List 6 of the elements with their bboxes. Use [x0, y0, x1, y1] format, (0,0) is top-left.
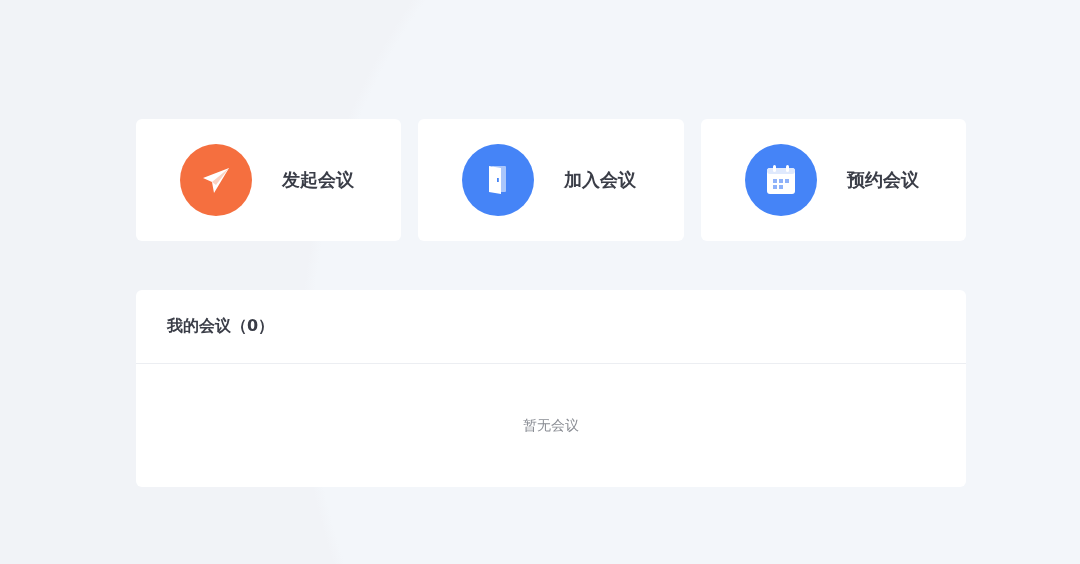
- calendar-icon: [764, 163, 797, 197]
- panel-title: 我的会议（0）: [167, 316, 275, 337]
- empty-message: 暂无会议: [523, 416, 579, 435]
- action-card[interactable]: 加入会议: [418, 119, 684, 241]
- action-card[interactable]: 发起会议: [136, 119, 402, 241]
- action-card[interactable]: 预约会议: [700, 119, 966, 241]
